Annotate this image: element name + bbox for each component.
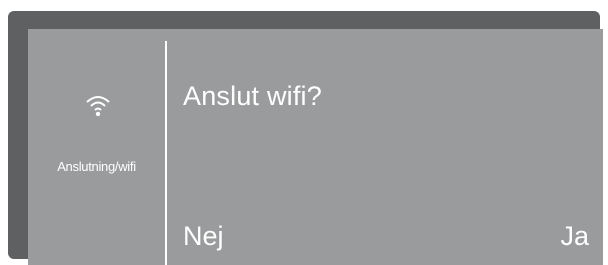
side-panel-label: Anslutning/wifi: [57, 159, 136, 174]
display-screen: Anslutning/wifi Anslut wifi? Nej Ja: [28, 29, 603, 265]
side-panel: Anslutning/wifi: [28, 29, 165, 265]
appliance-display-frame: Anslutning/wifi Anslut wifi? Nej Ja: [0, 0, 608, 265]
display-bezel: Anslutning/wifi Anslut wifi? Nej Ja: [8, 11, 603, 265]
no-button[interactable]: Nej: [183, 221, 224, 252]
panel-divider: [165, 41, 167, 265]
wifi-icon: [85, 93, 111, 117]
dialog-question: Anslut wifi?: [183, 81, 322, 111]
yes-button[interactable]: Ja: [560, 221, 589, 252]
